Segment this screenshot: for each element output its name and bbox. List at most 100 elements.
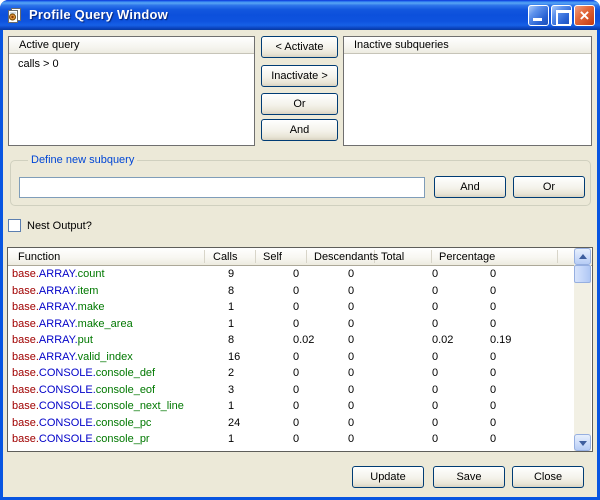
calls-cell: 1	[228, 399, 234, 413]
function-class: CONSOLE.	[39, 367, 96, 379]
table-row[interactable]: base.ARRAY.put 8 0.02 0 0.02 0.19	[8, 332, 573, 349]
total-cell: 0	[432, 366, 438, 380]
column-header-calls[interactable]: Calls	[213, 250, 237, 264]
function-class: ARRAY.	[39, 334, 78, 346]
function-package: base.	[12, 417, 39, 429]
scroll-down-icon[interactable]	[574, 434, 591, 451]
function-name: console_def	[96, 367, 155, 379]
subquery-or-button[interactable]: Or	[513, 176, 585, 198]
function-package: base.	[12, 301, 39, 313]
table-row[interactable]: base.ARRAY.count 9 0 0 0 0	[8, 266, 573, 283]
function-cell: base.CONSOLE.console_eof	[12, 383, 155, 397]
descendants-cell: 0	[348, 350, 354, 364]
table-row[interactable]: base.CONSOLE.console_pc 24 0 0 0 0	[8, 415, 573, 432]
self-cell: 0	[293, 366, 299, 380]
descendants-cell: 0	[348, 366, 354, 380]
function-cell: base.CONSOLE.console_def	[12, 366, 155, 380]
inactivate-button[interactable]: Inactivate >	[261, 65, 338, 87]
header-separator	[255, 250, 256, 263]
calls-cell: 24	[228, 416, 240, 430]
function-cell: base.CONSOLE.console_pc	[12, 416, 151, 430]
total-cell: 0	[432, 432, 438, 446]
scrollbar-thumb[interactable]	[574, 265, 591, 283]
total-cell: 0	[432, 300, 438, 314]
function-class: CONSOLE.	[39, 384, 96, 396]
activate-button[interactable]: < Activate	[261, 36, 338, 58]
self-cell: 0	[293, 317, 299, 331]
nest-output-checkbox[interactable]	[8, 219, 21, 232]
self-cell: 0	[293, 432, 299, 446]
function-name: count	[78, 268, 105, 280]
table-row[interactable]: base.CONSOLE.console_pr 1 0 0 0 0	[8, 431, 573, 448]
function-package: base.	[12, 318, 39, 330]
or-transfer-button[interactable]: Or	[261, 93, 338, 115]
column-header-self[interactable]: Self	[263, 250, 282, 264]
descendants-cell: 0	[348, 300, 354, 314]
function-cell: base.ARRAY.put	[12, 333, 93, 347]
active-query-item[interactable]: calls > 0	[9, 55, 254, 71]
self-cell: 0	[293, 350, 299, 364]
header-separator	[431, 250, 432, 263]
define-subquery-group: Define new subquery And Or	[10, 160, 591, 206]
active-query-list[interactable]: calls > 0	[9, 55, 254, 145]
function-cell: base.CONSOLE.console_pr	[12, 432, 150, 446]
column-header-total[interactable]: Total	[381, 250, 404, 264]
minimize-button[interactable]	[528, 5, 549, 26]
column-header-descendants[interactable]: Descendants	[314, 250, 378, 264]
total-cell: 0	[432, 317, 438, 331]
vertical-scrollbar[interactable]	[574, 248, 591, 451]
function-name: valid_index	[78, 351, 133, 363]
maximize-button[interactable]	[551, 5, 572, 26]
column-header-function[interactable]: Function	[18, 250, 60, 264]
and-transfer-button[interactable]: And	[261, 119, 338, 141]
calls-cell: 16	[228, 350, 240, 364]
function-name: console_eof	[96, 384, 155, 396]
table-row[interactable]: base.ARRAY.make_area 1 0 0 0 0	[8, 316, 573, 333]
inactive-subqueries-panel: Inactive subqueries	[343, 36, 592, 146]
function-package: base.	[12, 285, 39, 297]
function-class: ARRAY.	[39, 285, 78, 297]
profile-query-window: Profile Query Window × Active query call…	[0, 0, 600, 500]
self-cell: 0	[293, 399, 299, 413]
calls-cell: 1	[228, 432, 234, 446]
subquery-input[interactable]	[19, 177, 425, 198]
active-query-panel: Active query calls > 0	[8, 36, 255, 146]
table-row[interactable]: base.ARRAY.item 8 0 0 0 0	[8, 283, 573, 300]
save-button[interactable]: Save	[433, 466, 505, 488]
percentage-cell: 0.19	[490, 333, 511, 347]
subquery-and-button[interactable]: And	[434, 176, 506, 198]
percentage-cell: 0	[490, 300, 496, 314]
descendants-cell: 0	[348, 399, 354, 413]
self-cell: 0	[293, 416, 299, 430]
function-class: ARRAY.	[39, 351, 78, 363]
titlebar[interactable]: Profile Query Window ×	[0, 0, 600, 30]
close-icon[interactable]: ×	[574, 5, 595, 26]
function-name: item	[78, 285, 99, 297]
table-row[interactable]: base.CONSOLE.console_eof 3 0 0 0 0	[8, 382, 573, 399]
function-name: console_pr	[96, 433, 150, 445]
function-class: ARRAY.	[39, 318, 78, 330]
function-name: make	[78, 301, 105, 313]
percentage-cell: 0	[490, 284, 496, 298]
descendants-cell: 0	[348, 333, 354, 347]
update-button[interactable]: Update	[352, 466, 424, 488]
self-cell: 0.02	[293, 333, 314, 347]
percentage-cell: 0	[490, 383, 496, 397]
percentage-cell: 0	[490, 399, 496, 413]
inactive-subqueries-list[interactable]	[344, 55, 591, 145]
table-row[interactable]: base.ARRAY.valid_index 16 0 0 0 0	[8, 349, 573, 366]
inactive-subqueries-header: Inactive subqueries	[344, 37, 591, 54]
table-row[interactable]: base.CONSOLE.console_next_line 1 0 0 0 0	[8, 398, 573, 415]
percentage-cell: 0	[490, 366, 496, 380]
function-cell: base.ARRAY.make	[12, 300, 105, 314]
percentage-cell: 0	[490, 416, 496, 430]
header-separator	[557, 250, 558, 263]
total-cell: 0	[432, 383, 438, 397]
self-cell: 0	[293, 267, 299, 281]
percentage-cell: 0	[490, 350, 496, 364]
column-header-percentage[interactable]: Percentage	[439, 250, 495, 264]
table-row[interactable]: base.CONSOLE.console_def 2 0 0 0 0	[8, 365, 573, 382]
close-button[interactable]: Close	[512, 466, 584, 488]
scroll-up-icon[interactable]	[574, 248, 591, 265]
table-row[interactable]: base.ARRAY.make 1 0 0 0 0	[8, 299, 573, 316]
